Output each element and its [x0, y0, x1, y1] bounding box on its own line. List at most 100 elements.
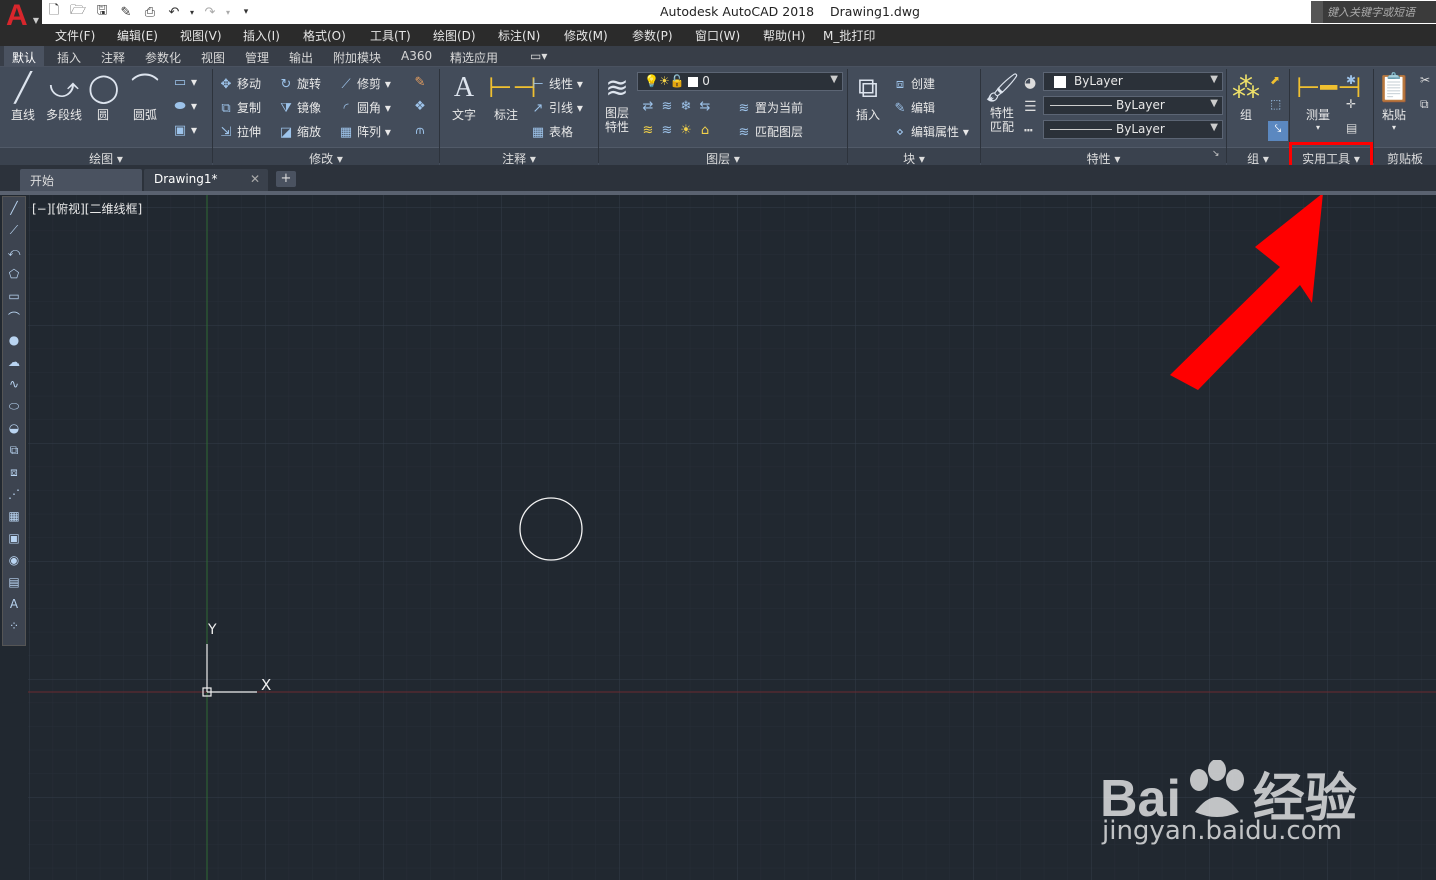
- revcloud-tool-icon[interactable]: ☁: [3, 351, 25, 373]
- table-button[interactable]: ▦ 表格: [530, 123, 573, 140]
- cut-icon[interactable]: ✂: [1420, 73, 1430, 87]
- ribbon-toggle-icon[interactable]: ▭▾: [530, 49, 547, 63]
- dimension-button[interactable]: ⊢⊣ 标注: [488, 70, 537, 123]
- menu-tools[interactable]: 工具(T): [370, 27, 411, 44]
- clipboard-panel-title[interactable]: 剪贴板: [1374, 147, 1436, 166]
- construction-line-icon[interactable]: ⟋: [3, 219, 25, 241]
- match-layer-button[interactable]: ≋ 匹配图层: [736, 123, 803, 140]
- group-edit-icon[interactable]: ⬚: [1270, 97, 1281, 111]
- undo-icon[interactable]: ↶: [164, 3, 184, 21]
- search-input[interactable]: 键入关键字或短语: [1311, 1, 1436, 23]
- erase-button[interactable]: ✎: [412, 75, 431, 90]
- mtext-tool-icon[interactable]: A: [3, 593, 25, 615]
- quick-select-icon[interactable]: ✱: [1346, 73, 1356, 87]
- menu-parametric[interactable]: 参数(P): [632, 27, 673, 44]
- tab-default[interactable]: 默认: [4, 46, 45, 67]
- copy-clip-icon[interactable]: ⧉: [1420, 97, 1429, 112]
- polygon-tool-icon[interactable]: ⬠: [3, 263, 25, 285]
- tab-a360[interactable]: A360: [401, 49, 432, 63]
- block-panel-title[interactable]: 块 ▾: [848, 147, 980, 166]
- calculator-icon[interactable]: ▤: [1346, 121, 1357, 135]
- tab-output[interactable]: 输出: [289, 49, 313, 66]
- arc-tool-icon[interactable]: ⌒: [3, 307, 25, 329]
- layers-panel-title[interactable]: 图层 ▾: [599, 147, 847, 166]
- make-block-icon[interactable]: ⧈: [3, 461, 25, 483]
- edit-block-button[interactable]: ✎ 编辑: [892, 99, 935, 116]
- annotation-panel-title[interactable]: 注释 ▾: [440, 147, 598, 166]
- circle-button[interactable]: ◯ 圆: [88, 70, 119, 123]
- rectangle-tool-icon[interactable]: ▭: [3, 285, 25, 307]
- menu-dimension[interactable]: 标注(N): [498, 27, 540, 44]
- menu-help[interactable]: 帮助(H): [763, 27, 805, 44]
- paste-button[interactable]: 📋 粘贴 ▾: [1376, 70, 1412, 132]
- mirror-button[interactable]: ⧩ 镜像: [278, 99, 321, 116]
- point-tool-icon[interactable]: ⋰: [3, 483, 25, 505]
- tab-insert[interactable]: 插入: [57, 49, 81, 66]
- add-selected-icon[interactable]: ⁘: [3, 615, 25, 637]
- leader-button[interactable]: ↗ 引线 ▾: [530, 99, 583, 116]
- linear-dim-button[interactable]: ⊢ 线性 ▾: [530, 75, 583, 92]
- menu-file[interactable]: 文件(F): [55, 27, 95, 44]
- save-icon[interactable]: 🖫: [92, 3, 112, 21]
- circle-tool-icon[interactable]: ●: [3, 329, 25, 351]
- explode-button[interactable]: ❖: [412, 99, 431, 114]
- hatch-button[interactable]: ⬬ ▾: [172, 99, 197, 114]
- region-tool-icon[interactable]: ◉: [3, 549, 25, 571]
- tab-featured-apps[interactable]: 精选应用: [450, 49, 498, 66]
- tab-view[interactable]: 视图: [201, 49, 225, 66]
- table-tool-icon[interactable]: ▤: [3, 571, 25, 593]
- rotate-button[interactable]: ↻ 旋转: [278, 75, 321, 92]
- copy-button[interactable]: ⧉ 复制: [218, 99, 261, 116]
- menu-batch-print[interactable]: M_批打印: [823, 27, 875, 44]
- group-selection-toggle-icon[interactable]: ⤥: [1268, 121, 1288, 141]
- ellipse-tool-icon[interactable]: ⬭: [3, 395, 25, 417]
- panel-launcher-icon[interactable]: ↘: [1212, 149, 1220, 159]
- polyline-tool-icon[interactable]: ⤺: [3, 241, 25, 263]
- tab-parametric[interactable]: 参数化: [145, 49, 181, 66]
- array-button[interactable]: ▦ 阵列 ▾: [338, 123, 391, 140]
- menu-draw[interactable]: 绘图(D): [433, 27, 476, 44]
- layer-tools-row2[interactable]: ≋ ≋ ☀ ⌂: [640, 123, 716, 138]
- new-file-icon[interactable]: 🗋: [44, 3, 64, 21]
- menu-format[interactable]: 格式(O): [303, 27, 346, 44]
- boundary-button[interactable]: ▣ ▾: [172, 123, 197, 138]
- open-file-icon[interactable]: 🗁: [68, 3, 88, 21]
- layer-dropdown[interactable]: 💡☀🔓 0 ▼: [637, 72, 843, 91]
- menu-insert[interactable]: 插入(I): [243, 27, 280, 44]
- tab-drawing1[interactable]: Drawing1* ✕: [144, 169, 268, 191]
- fillet-button[interactable]: ◜ 圆角 ▾: [338, 99, 390, 116]
- offset-button[interactable]: ⫙: [412, 123, 431, 138]
- edit-attributes-button[interactable]: ⋄ 编辑属性 ▾: [892, 123, 969, 140]
- tab-annotate[interactable]: 注释: [101, 49, 125, 66]
- match-properties-button[interactable]: 🖌 特性 匹配: [984, 70, 1020, 134]
- group-panel-title[interactable]: 组 ▾: [1227, 147, 1289, 166]
- new-tab-button[interactable]: +: [276, 171, 296, 187]
- tab-manage[interactable]: 管理: [245, 49, 269, 66]
- text-button[interactable]: A 文字: [446, 70, 482, 123]
- spline-tool-icon[interactable]: ∿: [3, 373, 25, 395]
- save-as-icon[interactable]: ✎: [116, 3, 136, 21]
- insert-block-icon[interactable]: ⧉: [3, 439, 25, 461]
- line-tool-icon[interactable]: ╱: [3, 197, 25, 219]
- set-current-button[interactable]: ≋ 置为当前: [736, 99, 803, 116]
- close-icon[interactable]: ✕: [250, 172, 260, 186]
- menu-view[interactable]: 视图(V): [180, 27, 222, 44]
- gradient-tool-icon[interactable]: ▣: [3, 527, 25, 549]
- properties-panel-title[interactable]: 特性 ▾: [981, 147, 1226, 166]
- modify-panel-title[interactable]: 修改 ▾: [213, 147, 439, 166]
- application-menu-button[interactable]: A ▼: [0, 0, 42, 34]
- customize-qat-icon[interactable]: ▾: [236, 3, 256, 21]
- undo-dropdown-icon[interactable]: ▾: [188, 3, 196, 21]
- hatch-tool-icon[interactable]: ▦: [3, 505, 25, 527]
- layer-tools-row1[interactable]: ⇄ ≋ ❄ ⇆: [640, 99, 716, 114]
- redo-dropdown-icon[interactable]: ▾: [224, 3, 232, 21]
- menu-window[interactable]: 窗口(W): [695, 27, 740, 44]
- rectangle-button[interactable]: ▭ ▾: [172, 75, 197, 90]
- draw-panel-title[interactable]: 绘图 ▾: [0, 147, 212, 166]
- linetype-dropdown[interactable]: ByLayer ▼: [1043, 96, 1223, 115]
- ungroup-icon[interactable]: ⬈: [1270, 73, 1280, 87]
- group-button[interactable]: ⁂ 组: [1229, 70, 1263, 123]
- print-icon[interactable]: ⎙: [140, 3, 160, 21]
- viewport-controls-label[interactable]: [−][俯视][二维线框]: [32, 200, 142, 217]
- move-button[interactable]: ✥ 移动: [218, 75, 261, 92]
